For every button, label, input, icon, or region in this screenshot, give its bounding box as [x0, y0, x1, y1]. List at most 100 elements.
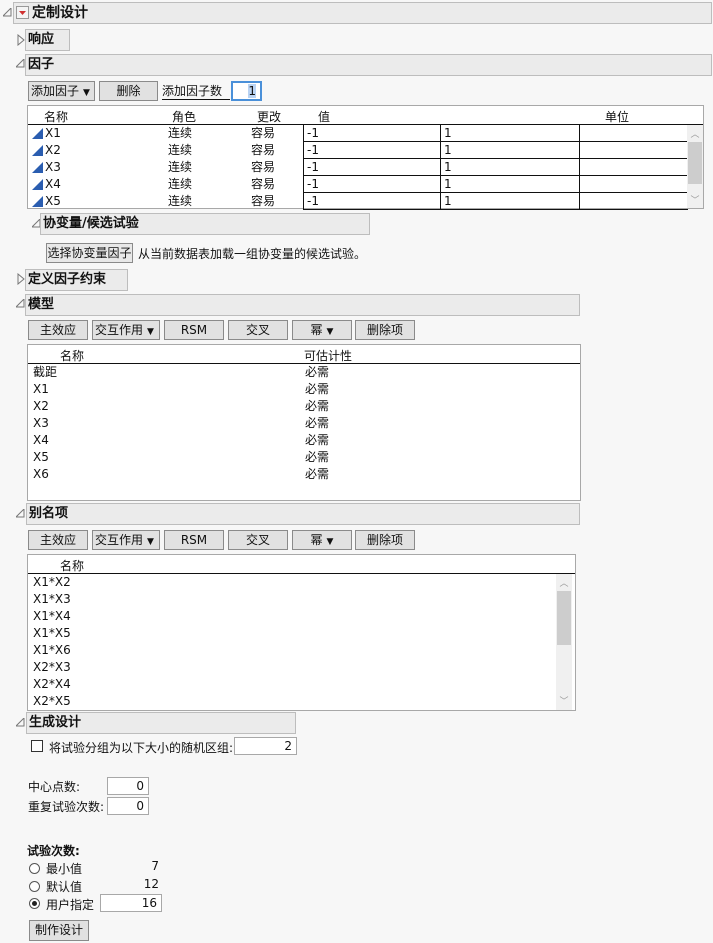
factor-units-cell[interactable] [579, 193, 688, 210]
add-factor-button[interactable]: 添加因子 ▼ [28, 81, 95, 101]
factors-scrollbar[interactable]: ︿ ﹀ [687, 125, 703, 208]
term-estimability[interactable]: 必需 [305, 381, 329, 397]
runs-user-specified-input[interactable]: 16 [100, 894, 162, 912]
factor-changes[interactable]: 容易 [251, 125, 275, 141]
rsm-button[interactable]: RSM [164, 530, 224, 550]
center-points-input[interactable]: 0 [107, 777, 149, 795]
factor-low-cell[interactable]: -1 [303, 125, 441, 142]
factor-high-cell[interactable]: 1 [440, 176, 580, 193]
make-design-button[interactable]: 制作设计 [29, 920, 89, 941]
remove-term-button[interactable]: 删除项 [355, 320, 415, 340]
factor-row[interactable]: X5 连续 容易 -1 1 [28, 193, 688, 210]
term-estimability[interactable]: 必需 [305, 466, 329, 482]
expand-triangle-icon[interactable] [17, 34, 25, 46]
powers-button[interactable]: 幂 ▼ [292, 530, 352, 550]
collapse-triangle-icon[interactable] [16, 299, 25, 308]
factor-low-cell[interactable]: -1 [303, 193, 441, 210]
main-effects-button[interactable]: 主效应 [28, 530, 88, 550]
interactions-button[interactable]: 交互作用 ▼ [92, 320, 160, 340]
constraints-section-header[interactable]: 定义因子约束 [25, 269, 128, 291]
scroll-up-icon[interactable]: ︿ [556, 576, 572, 589]
cross-button[interactable]: 交叉 [228, 530, 288, 550]
collapse-triangle-icon[interactable] [16, 59, 25, 68]
factor-name[interactable]: X1 [45, 125, 61, 141]
collapse-triangle-icon[interactable] [3, 8, 12, 17]
factor-name[interactable]: X5 [45, 193, 61, 209]
factor-changes[interactable]: 容易 [251, 193, 275, 209]
alias-term-row[interactable]: X2*X4 [28, 676, 553, 693]
interactions-button[interactable]: 交互作用 ▼ [92, 530, 160, 550]
factor-low-cell[interactable]: -1 [303, 142, 441, 159]
factor-units-cell[interactable] [579, 159, 688, 176]
scroll-down-icon[interactable]: ﹀ [556, 694, 572, 707]
scroll-thumb[interactable] [688, 142, 702, 184]
add-factor-count-input[interactable]: 1 [231, 81, 262, 101]
term-estimability[interactable]: 必需 [305, 432, 329, 448]
factor-row[interactable]: X3 连续 容易 -1 1 [28, 159, 688, 176]
runs-minimum-radio[interactable] [29, 863, 40, 874]
runs-default-radio[interactable] [29, 881, 40, 892]
alias-term-row[interactable]: X1*X3 [28, 591, 553, 608]
model-term-row[interactable]: X5 必需 [28, 449, 578, 466]
remove-term-button[interactable]: 删除项 [355, 530, 415, 550]
alias-scrollbar[interactable]: ︿ ﹀ [556, 574, 572, 710]
term-estimability[interactable]: 必需 [305, 398, 329, 414]
scroll-down-icon[interactable]: ﹀ [687, 193, 703, 206]
factor-row[interactable]: X2 连续 容易 -1 1 [28, 142, 688, 159]
generate-section-header[interactable]: 生成设计 [26, 712, 296, 734]
cross-button[interactable]: 交叉 [228, 320, 288, 340]
factor-units-cell[interactable] [579, 142, 688, 159]
rsm-button[interactable]: RSM [164, 320, 224, 340]
factor-units-cell[interactable] [579, 125, 688, 142]
collapse-triangle-icon[interactable] [16, 718, 25, 727]
delete-factor-button[interactable]: 删除 [99, 81, 158, 101]
factor-changes[interactable]: 容易 [251, 142, 275, 158]
factor-low-cell[interactable]: -1 [303, 159, 441, 176]
group-runs-checkbox[interactable] [31, 740, 43, 752]
factor-name[interactable]: X4 [45, 176, 61, 192]
covariates-section-header[interactable]: 协变量/候选试验 [40, 213, 370, 235]
alias-term-row[interactable]: X1*X5 [28, 625, 553, 642]
alias-section-header[interactable]: 别名项 [26, 503, 580, 525]
factor-row[interactable]: X4 连续 容易 -1 1 [28, 176, 688, 193]
red-triangle-menu-icon[interactable] [16, 6, 29, 19]
model-section-header[interactable]: 模型 [25, 294, 580, 316]
model-term-row[interactable]: X3 必需 [28, 415, 578, 432]
model-term-row[interactable]: X4 必需 [28, 432, 578, 449]
factor-units-cell[interactable] [579, 176, 688, 193]
term-estimability[interactable]: 必需 [305, 449, 329, 465]
collapse-triangle-icon[interactable] [16, 509, 25, 518]
factor-high-cell[interactable]: 1 [440, 159, 580, 176]
alias-term-row[interactable]: X1*X4 [28, 608, 553, 625]
factor-high-cell[interactable]: 1 [440, 125, 580, 142]
expand-triangle-icon[interactable] [17, 273, 25, 285]
term-estimability[interactable]: 必需 [305, 364, 329, 380]
powers-button[interactable]: 幂 ▼ [292, 320, 352, 340]
model-term-row[interactable]: X2 必需 [28, 398, 578, 415]
response-section-header[interactable]: 响应 [25, 29, 70, 51]
alias-term-row[interactable]: X2*X3 [28, 659, 553, 676]
replicates-input[interactable]: 0 [107, 797, 149, 815]
term-estimability[interactable]: 必需 [305, 415, 329, 431]
alias-term-row[interactable]: X1*X6 [28, 642, 553, 659]
model-term-row[interactable]: X1 必需 [28, 381, 578, 398]
runs-user-specified-radio[interactable] [29, 898, 40, 909]
model-term-row[interactable]: 截距 必需 [28, 364, 578, 381]
factor-low-cell[interactable]: -1 [303, 176, 441, 193]
scroll-up-icon[interactable]: ︿ [687, 127, 703, 140]
alias-term-row[interactable]: X2*X5 [28, 693, 553, 710]
factor-name[interactable]: X2 [45, 142, 61, 158]
factor-changes[interactable]: 容易 [251, 159, 275, 175]
factor-changes[interactable]: 容易 [251, 176, 275, 192]
factor-row[interactable]: X1 连续 容易 -1 1 [28, 125, 688, 142]
factor-high-cell[interactable]: 1 [440, 142, 580, 159]
model-term-row[interactable]: X6 必需 [28, 466, 578, 483]
factors-section-header[interactable]: 因子 [25, 54, 712, 76]
select-covariate-button[interactable]: 选择协变量因子 [46, 243, 133, 263]
factor-high-cell[interactable]: 1 [440, 193, 580, 210]
group-size-input[interactable]: 2 [234, 737, 297, 755]
scroll-thumb[interactable] [557, 591, 571, 645]
alias-term-row[interactable]: X1*X2 [28, 574, 553, 591]
main-effects-button[interactable]: 主效应 [28, 320, 88, 340]
factor-name[interactable]: X3 [45, 159, 61, 175]
